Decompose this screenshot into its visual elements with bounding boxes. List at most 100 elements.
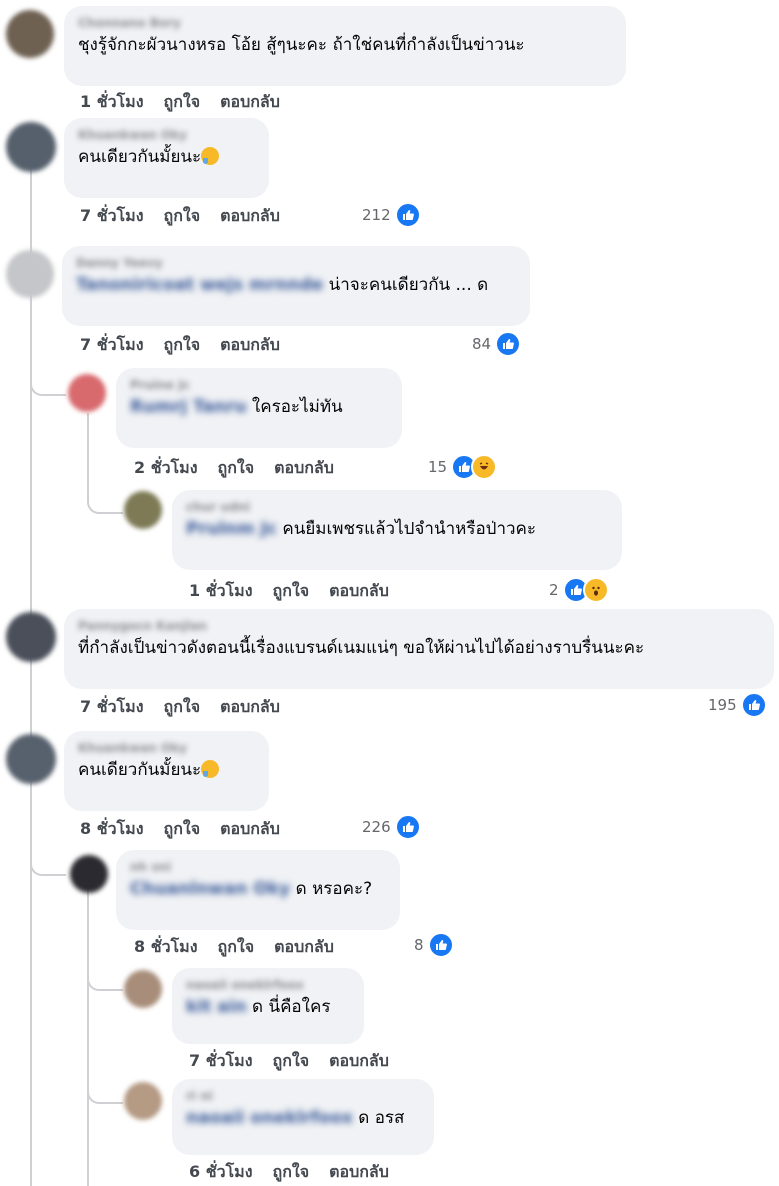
commenter-name[interactable]: Chonnano Bory (78, 14, 612, 32)
comment-actions: 8 ชั่วโมง ถูกใจ ตอบกลับ (80, 817, 300, 841)
reply-button[interactable]: ตอบกลับ (220, 335, 280, 354)
mention-tag[interactable]: Prulnm Jc (186, 519, 277, 539)
commenter-name[interactable]: Pannygocn Kanjlan (78, 617, 760, 635)
commenter-name[interactable]: ri ni (186, 1087, 420, 1105)
avatar[interactable] (70, 855, 108, 893)
comment-bubble: Pruine Jc Rumrj Tanru ใครอะไม่ทัน (116, 368, 402, 448)
comment-bubble: chur udni Prulnm Jc คนยืมเพชรแล้วไปจำนำห… (172, 490, 622, 570)
mention-tag[interactable]: Rumrj Tanru (130, 397, 247, 417)
avatar[interactable] (124, 491, 162, 529)
like-button[interactable]: ถูกใจ (273, 1051, 310, 1070)
reply-button[interactable]: ตอบกลับ (329, 581, 389, 600)
comment-text: คนเดียวกันมั้ยนะ (78, 147, 202, 167)
comment-time[interactable]: 2 ชั่วโมง (134, 458, 198, 477)
comment-bubble: Danny Yeevy Tanoniricoat wejs mrnnde น่า… (62, 246, 530, 326)
comment-time[interactable]: 7 ชั่วโมง (189, 1051, 253, 1070)
comment-time[interactable]: 1 ชั่วโมง (189, 581, 253, 600)
like-button[interactable]: ถูกใจ (164, 92, 201, 111)
mention-tag[interactable]: Chuanlnwan Oky (130, 879, 290, 899)
comment-actions: 1 ชั่วโมง ถูกใจ ตอบกลับ (189, 579, 409, 603)
commenter-name[interactable]: nh sni (130, 858, 386, 876)
reaction-summary[interactable]: 15 (428, 454, 498, 480)
commenter-name[interactable]: Pruine Jc (130, 376, 388, 394)
avatar[interactable] (6, 122, 56, 172)
like-icon (394, 202, 421, 228)
reaction-count: 8 (414, 936, 424, 954)
reply-button[interactable]: ตอบกลับ (220, 819, 280, 838)
comment-time[interactable]: 8 ชั่วโมง (134, 937, 198, 956)
like-icon (740, 692, 767, 718)
avatar[interactable] (6, 612, 56, 662)
reaction-count: 84 (472, 335, 492, 353)
like-button[interactable]: ถูกใจ (164, 206, 201, 225)
comment-text: ที่กำลังเป็นข่าวดังตอนนี้เรื่องแบรนด์เนม… (78, 638, 645, 658)
like-button[interactable]: ถูกใจ (164, 335, 201, 354)
wow-icon (582, 577, 609, 603)
commenter-name[interactable]: naoaii oneklrfoox (186, 976, 350, 994)
mention-tag[interactable]: Tanoniricoat wejs mrnnde (76, 275, 323, 295)
comment-text: ด นี่คือใคร (252, 997, 331, 1017)
like-button[interactable]: ถูกใจ (164, 697, 201, 716)
reply-button[interactable]: ตอบกลับ (274, 458, 334, 477)
reply-button[interactable]: ตอบกลับ (220, 697, 280, 716)
comment-time[interactable]: 7 ชั่วโมง (80, 206, 144, 225)
reaction-summary[interactable]: 2 (549, 577, 609, 603)
comment-time[interactable]: 8 ชั่วโมง (80, 819, 144, 838)
reaction-count: 195 (708, 696, 737, 714)
comment-bubble: Khuankwan Oky คนเดียวกันมั้ยนะ (64, 118, 269, 198)
reaction-summary[interactable]: 8 (414, 932, 454, 958)
comment-bubble: nh sni Chuanlnwan Oky ด หรอคะ? (116, 850, 400, 930)
commenter-name[interactable]: Khuankwan Oky (78, 126, 255, 144)
comment-text: ด หรอคะ? (295, 879, 373, 899)
mention-tag[interactable]: kit ain (186, 997, 247, 1017)
like-button[interactable]: ถูกใจ (273, 581, 310, 600)
avatar[interactable] (6, 734, 56, 784)
like-icon (394, 814, 421, 840)
commenter-name[interactable]: Khuankwan Oky (78, 739, 255, 757)
avatar[interactable] (124, 1082, 162, 1120)
commenter-name[interactable]: chur udni (186, 498, 608, 516)
like-button[interactable]: ถูกใจ (164, 819, 201, 838)
haha-icon (471, 454, 498, 480)
like-button[interactable]: ถูกใจ (273, 1162, 310, 1181)
reply-button[interactable]: ตอบกลับ (329, 1051, 389, 1070)
comment-text: ชุงรู้จักกะผัวนางหรอ โอ้ย สู้ๆนะคะ ถ้าใช… (78, 35, 525, 55)
comment-actions: 6 ชั่วโมง ถูกใจ ตอบกลับ (189, 1160, 409, 1184)
comment-text: ใครอะไม่ทัน (251, 397, 343, 417)
mention-tag[interactable]: naoaii oneklrfoox (186, 1108, 353, 1128)
reply-button[interactable]: ตอบกลับ (274, 937, 334, 956)
reaction-summary[interactable]: 84 (472, 331, 522, 357)
comment-time[interactable]: 1 ชั่วโมง (80, 92, 144, 111)
avatar[interactable] (124, 970, 162, 1008)
sad-face-icon (201, 760, 220, 778)
reaction-count: 212 (362, 206, 391, 224)
reaction-count: 226 (362, 818, 391, 836)
comment-time[interactable]: 6 ชั่วโมง (189, 1162, 253, 1181)
commenter-name[interactable]: Danny Yeevy (76, 254, 516, 272)
comment-actions: 7 ชั่วโมง ถูกใจ ตอบกลับ (80, 333, 300, 357)
comment-bubble: Chonnano Bory ชุงรู้จักกะผัวนางหรอ โอ้ย … (64, 6, 626, 86)
reaction-count: 15 (428, 458, 448, 476)
reply-button[interactable]: ตอบกลับ (329, 1162, 389, 1181)
comment-text: คนเดียวกันมั้ยนะ (78, 760, 202, 780)
like-icon (427, 932, 454, 958)
comment-actions: 7 ชั่วโมง ถูกใจ ตอบกลับ (189, 1049, 409, 1073)
reaction-summary[interactable]: 195 (708, 692, 767, 718)
reaction-count: 2 (549, 581, 559, 599)
sad-face-icon (201, 147, 220, 165)
like-icon (495, 331, 522, 357)
comment-bubble: Pannygocn Kanjlan ที่กำลังเป็นข่าวดังตอน… (64, 609, 774, 689)
comment-time[interactable]: 7 ชั่วโมง (80, 335, 144, 354)
avatar[interactable] (6, 10, 54, 58)
like-button[interactable]: ถูกใจ (218, 458, 255, 477)
comment-time[interactable]: 7 ชั่วโมง (80, 697, 144, 716)
comment-bubble: ri ni naoaii oneklrfoox ด อรส (172, 1079, 434, 1155)
reaction-summary[interactable]: 212 (362, 202, 421, 228)
avatar[interactable] (6, 250, 54, 298)
avatar[interactable] (68, 374, 106, 412)
like-button[interactable]: ถูกใจ (218, 937, 255, 956)
comment-text: น่าจะคนเดียวกัน ... ด (328, 275, 489, 295)
reply-button[interactable]: ตอบกลับ (220, 92, 280, 111)
reply-button[interactable]: ตอบกลับ (220, 206, 280, 225)
reaction-summary[interactable]: 226 (362, 814, 421, 840)
